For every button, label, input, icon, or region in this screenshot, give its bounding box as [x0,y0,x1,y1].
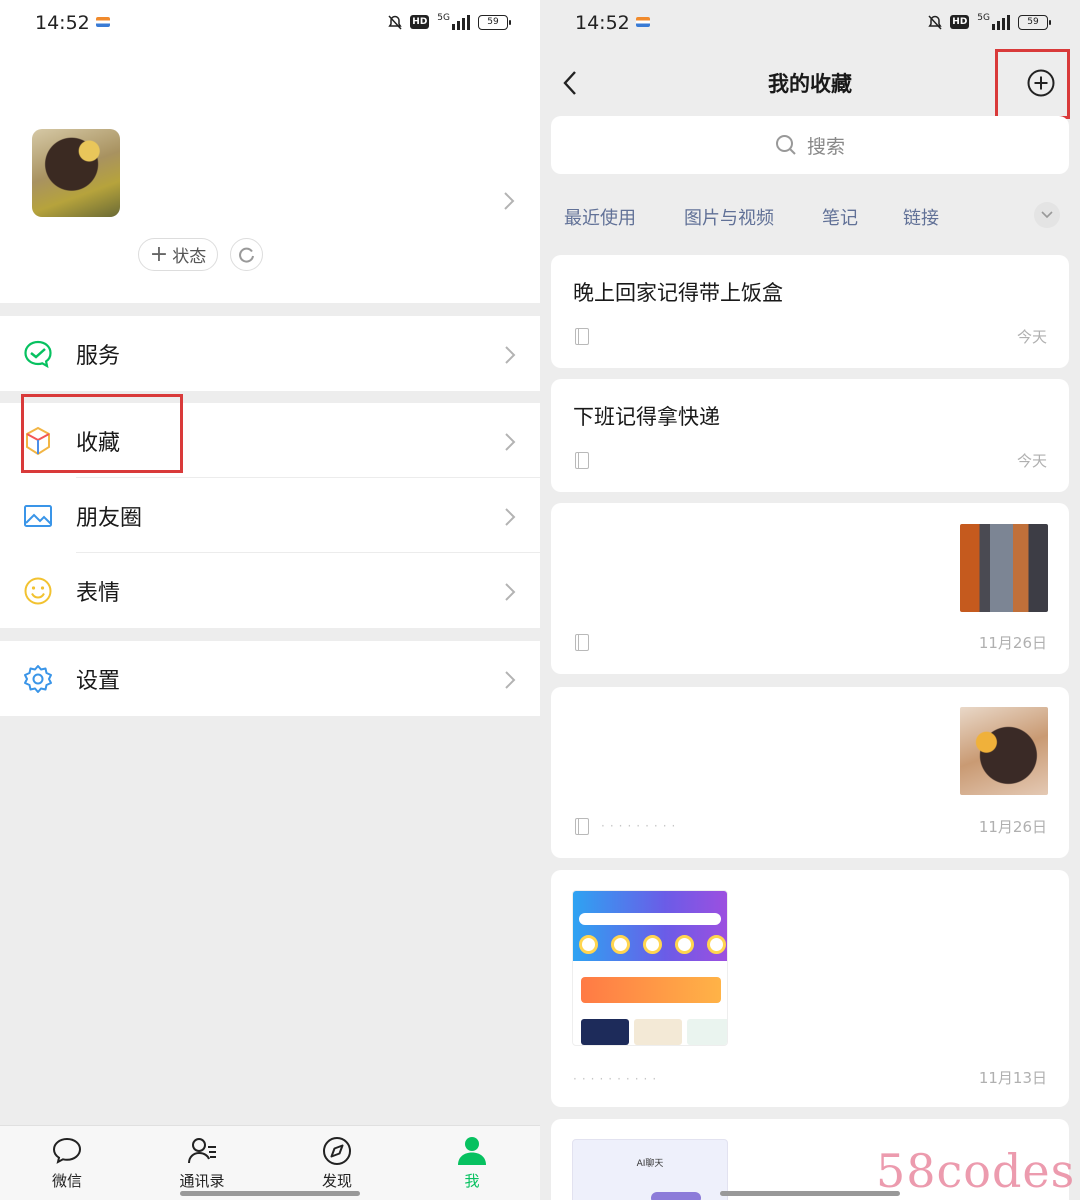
tab-discover[interactable]: 发现 [297,1134,377,1191]
battery-icon: 59 [1018,14,1051,30]
favorite-card[interactable]: 11月26日 [551,503,1069,674]
note-book-icon [575,328,589,345]
favorite-card[interactable]: 晚上回家记得带上饭盒 今天 [551,255,1069,368]
note-book-icon [575,634,589,651]
card-date: 11月13日 [978,1069,1047,1087]
home-indicator[interactable] [720,1191,900,1196]
avatar[interactable] [32,129,120,217]
tab-label-contacts: 通讯录 [179,1172,225,1190]
chevron-right-icon [505,508,516,526]
chevron-right-icon [504,192,515,210]
compass-icon [323,1137,351,1165]
menu-item-settings[interactable]: 设置 [0,641,540,716]
status-bar: 14:52 HD 5G 59 [540,0,1080,50]
tab-chats[interactable]: 微信 [27,1134,107,1191]
battery-icon: 59 [478,14,511,30]
signal-icon: 5G [977,14,1010,30]
chat-bubble-icon [52,1137,82,1164]
card-screenshot-thumbnail [572,890,728,1046]
chevron-right-icon [505,671,516,689]
contacts-icon [188,1138,216,1164]
settings-gear-icon [24,665,52,693]
tab-label-me: 我 [464,1172,480,1190]
hd-badge: HD [410,15,430,29]
screenshot-title: AI聊天 [636,1159,664,1169]
service-icon [24,340,52,369]
plus-icon: + [149,241,169,267]
status-bar: 14:52 HD 5G 59 [0,0,540,50]
menu-label-moments: 朋友圈 [76,505,143,531]
filter-recent[interactable]: 最近使用 [564,204,636,230]
mute-bell-icon [388,14,402,30]
filter-links[interactable]: 链接 [903,204,939,230]
search-placeholder: 搜索 [806,135,845,158]
card-blurred-text: ········· [601,819,681,833]
menu-group-services: 服务 [0,316,540,391]
watermark-text: 58codes [876,1144,1076,1198]
expand-filters-button[interactable] [1034,202,1060,228]
status-time: 14:52 [575,12,630,34]
card-date: 11月26日 [978,634,1047,652]
card-blurred-text: ·········· [573,1072,662,1086]
filter-images-videos[interactable]: 图片与视频 [684,204,774,230]
menu-item-services[interactable]: 服务 [0,316,540,391]
person-icon [458,1137,486,1165]
card-thumbnail [960,524,1048,612]
card-screenshot-thumbnail: AI聊天 [572,1139,728,1200]
menu-label-settings: 设置 [76,668,121,694]
status-refresh-button[interactable] [230,238,263,271]
menu-group-settings: 设置 [0,641,540,716]
menu-item-stickers[interactable]: 表情 [0,553,540,628]
sticker-smiley-icon [24,577,52,605]
chevron-right-icon [505,433,516,451]
menu-label-stickers: 表情 [76,580,121,606]
card-title: 晚上回家记得带上饭盒 [573,281,783,305]
highlight-box-favorites [21,394,183,473]
profile-card[interactable]: 14:52 HD 5G 59 + 状态 [0,0,540,303]
card-date: 今天 [1016,452,1047,470]
card-date: 今天 [1016,328,1047,346]
filter-tabs: 最近使用 图片与视频 笔记 链接 [540,190,1080,240]
chevron-right-icon [505,583,516,601]
chevron-down-icon [1041,211,1053,219]
bottom-tab-bar: 微信 通讯录 发现 我 [0,1125,540,1200]
search-input[interactable]: 搜索 [551,116,1069,174]
notification-flag-icon [636,17,650,27]
refresh-icon [238,247,254,263]
note-book-icon [575,818,589,835]
tab-me[interactable]: 我 [432,1134,512,1191]
favorite-card[interactable]: ·········· 11月13日 [551,870,1069,1107]
notification-flag-icon [96,17,110,27]
card-title: 下班记得拿快递 [573,405,720,429]
add-status-button[interactable]: + 状态 [138,238,218,271]
highlight-box-add [995,49,1070,119]
favorite-card[interactable]: 下班记得拿快递 今天 [551,379,1069,492]
mute-bell-icon [928,14,942,30]
favorite-card[interactable]: ········· 11月26日 [551,687,1069,858]
menu-label-services: 服务 [76,343,121,369]
tab-label-discover: 发现 [321,1172,352,1190]
status-button-label: 状态 [172,247,207,267]
favorites-page: 14:52 HD 5G 59 我的收藏 搜索 最近使用 图片与视频 笔记 链接 [540,0,1080,1200]
status-time: 14:52 [35,12,90,34]
signal-icon: 5G [437,14,470,30]
home-indicator[interactable] [180,1191,360,1196]
moments-picture-icon [24,505,52,527]
me-page: 14:52 HD 5G 59 + 状态 服务 收藏 朋友圈 表情 设置 微信 通… [0,0,540,1200]
hd-badge: HD [950,15,970,29]
card-thumbnail [960,707,1048,795]
search-icon [775,135,796,155]
tab-contacts[interactable]: 通讯录 [162,1134,242,1191]
note-book-icon [575,452,589,469]
tab-label-chats: 微信 [51,1172,82,1190]
card-date: 11月26日 [978,818,1047,836]
chevron-right-icon [505,346,516,364]
menu-item-moments[interactable]: 朋友圈 [0,478,540,553]
filter-notes[interactable]: 笔记 [822,204,858,230]
